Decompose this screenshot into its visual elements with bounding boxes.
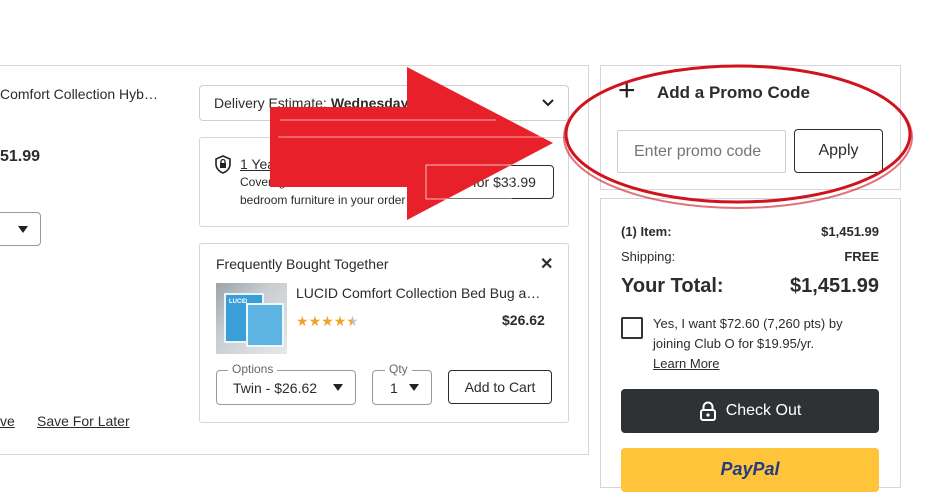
promo-code-input[interactable] bbox=[617, 130, 786, 173]
club-o-text-1: Yes, I want $72.60 (7,260 pts) by bbox=[653, 316, 843, 331]
remove-link[interactable]: ve bbox=[0, 413, 15, 429]
star-icon: ★ bbox=[333, 313, 347, 329]
half-star-icon: ★ bbox=[346, 313, 359, 329]
fbt-heading: Frequently Bought Together bbox=[216, 256, 389, 272]
star-icon: ★ bbox=[296, 313, 309, 329]
options-label: Options bbox=[228, 362, 278, 376]
items-value: $1,451.99 bbox=[821, 224, 879, 239]
learn-more-link[interactable]: Learn More bbox=[653, 356, 719, 371]
product-box-image-2 bbox=[246, 303, 284, 347]
lock-icon bbox=[699, 401, 716, 421]
product-price: 51.99 bbox=[0, 148, 41, 165]
total-label: Your Total: bbox=[621, 275, 724, 297]
service-plan-desc-1: Coverage for accidents and bbox=[240, 175, 387, 189]
star-rating: ★★★★★ bbox=[296, 313, 359, 331]
chevron-down-icon bbox=[542, 99, 554, 107]
add-to-cart-button[interactable]: Add to Cart bbox=[448, 370, 552, 404]
total-value: $1,451.99 bbox=[790, 275, 879, 297]
qty-label: Qty bbox=[385, 362, 412, 376]
paypal-button[interactable]: PayPal bbox=[621, 448, 879, 492]
fbt-product-thumbnail[interactable]: LUCID bbox=[216, 283, 287, 354]
delivery-label: Delivery Estimate: bbox=[214, 95, 327, 111]
quantity-select[interactable] bbox=[0, 212, 41, 246]
delivery-estimate-dropdown[interactable]: Delivery Estimate: Wednesday, Mar 8 bbox=[199, 85, 569, 121]
checkout-label: Check Out bbox=[725, 402, 802, 419]
star-icon: ★ bbox=[308, 313, 322, 329]
items-label: (1) Item: bbox=[621, 224, 672, 239]
qty-value: 1 bbox=[390, 379, 398, 396]
product-title[interactable]: Comfort Collection Hyb… bbox=[0, 86, 158, 102]
shield-lock-icon bbox=[215, 155, 231, 174]
star-icon: ★ bbox=[321, 313, 334, 329]
chevron-down-icon bbox=[333, 384, 343, 391]
chevron-down-icon bbox=[409, 384, 419, 391]
fbt-item-price: $26.62 bbox=[502, 312, 545, 328]
club-o-text-2: joining Club O for $19.95/yr. bbox=[653, 336, 815, 351]
service-plan-title[interactable]: 1 Year Service Plan bbox=[240, 156, 362, 172]
delivery-date: Wednesday, Mar 8 bbox=[330, 95, 452, 111]
checkout-button[interactable]: Check Out bbox=[621, 389, 879, 433]
shipping-label: Shipping: bbox=[621, 249, 676, 264]
fbt-item-title[interactable]: LUCID Comfort Collection Bed Bug a… bbox=[296, 285, 540, 301]
apply-promo-button[interactable]: Apply bbox=[794, 129, 883, 173]
save-for-later-link[interactable]: Save For Later bbox=[37, 413, 130, 429]
thumbnail-brand: LUCID bbox=[229, 299, 248, 305]
chevron-down-icon bbox=[18, 225, 28, 233]
options-value: Twin - $26.62 bbox=[233, 379, 318, 396]
club-o-checkbox[interactable] bbox=[621, 317, 643, 339]
service-plan-desc-2: bedroom furniture in your order bbox=[240, 193, 406, 207]
shipping-value: FREE bbox=[844, 249, 879, 264]
paypal-logo-icon: PayPal bbox=[720, 459, 780, 479]
plus-icon[interactable]: + bbox=[618, 76, 636, 106]
promo-heading[interactable]: Add a Promo Code bbox=[657, 83, 810, 103]
add-service-plan-button[interactable]: Add for $33.99 bbox=[426, 165, 554, 199]
close-icon[interactable]: ✕ bbox=[540, 254, 553, 274]
